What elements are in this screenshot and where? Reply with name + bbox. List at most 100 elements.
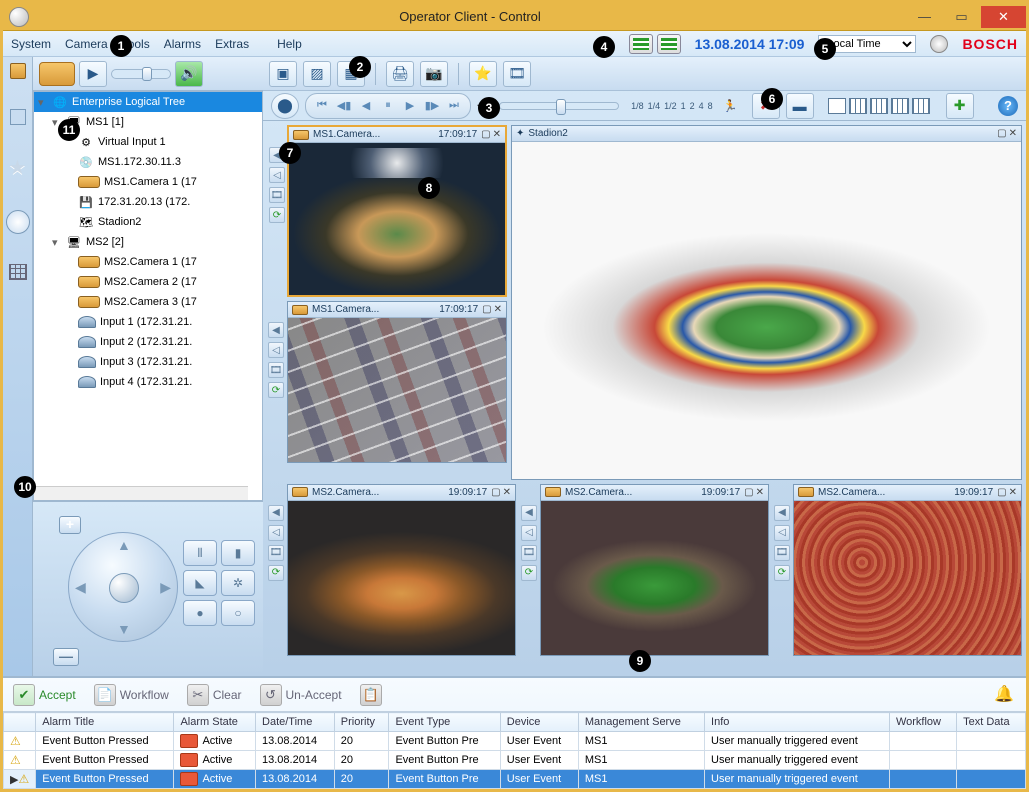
tree-ms1-1: MS1.172.30.11.3 — [98, 156, 181, 168]
tree-ms2-0: MS2.Camera 1 (17 — [104, 256, 197, 268]
ptz-preset-2[interactable]: ▮ — [221, 540, 255, 566]
pane3-max[interactable]: ▢ — [482, 304, 491, 315]
tree-ms2-1: MS2.Camera 2 (17 — [104, 276, 197, 288]
video-pane-4[interactable]: ◀◁🎞⟳ MS2.Camera...19:09:17▢✕ — [287, 484, 516, 656]
step-fwd-button[interactable]: ▮▶ — [422, 96, 442, 116]
ram-indicator-icon — [657, 34, 681, 54]
snapshot-button[interactable]: 📷 — [420, 61, 448, 87]
ptz-joystick-center[interactable] — [109, 573, 139, 603]
record-button[interactable]: ⬤ — [271, 93, 299, 119]
fast-fwd-button[interactable]: ⏭ — [444, 96, 464, 116]
help-button[interactable]: ? — [998, 96, 1018, 116]
tree-ms1-3: 172.31.20.13 (172. — [98, 196, 190, 208]
menu-system[interactable]: System — [11, 37, 51, 51]
pane3-title: MS1.Camera... — [312, 304, 379, 315]
play-back-button[interactable]: ◀ — [356, 96, 376, 116]
compass-icon[interactable] — [6, 210, 30, 234]
tool-screen-b[interactable]: ▨ — [303, 61, 331, 87]
pane3-close[interactable]: ✕ — [494, 304, 502, 315]
tool-screen-a[interactable]: ▣ — [269, 61, 297, 87]
rail-map-icon[interactable] — [10, 109, 26, 125]
callout-1: 1 — [110, 35, 132, 57]
video-pane-5[interactable]: ◀◁🎞⟳ MS2.Camera...19:09:17▢✕ — [540, 484, 769, 656]
add-pane-button[interactable]: ✚ — [946, 93, 974, 119]
fast-rewind-button[interactable]: ⏮ — [312, 96, 332, 116]
speed-slider[interactable] — [499, 102, 619, 110]
camera-mode-button[interactable] — [39, 62, 75, 86]
layout-4x4[interactable] — [891, 98, 909, 114]
alarm-bell-icon[interactable]: 🔔 — [994, 684, 1016, 706]
logical-tree[interactable]: ▾🌐Enterprise Logical Tree ▾🖥MS1 [1] ⚙Vir… — [33, 91, 263, 501]
pane5-video — [541, 501, 768, 655]
pane1-max[interactable]: ▢ — [481, 129, 490, 140]
playback-mode-button[interactable]: ▶ — [79, 61, 107, 87]
print-button[interactable]: 🖨 — [386, 61, 414, 87]
alarm-document-button[interactable]: 📋 — [360, 684, 382, 706]
clear-button[interactable]: ✂Clear — [187, 684, 242, 706]
favorites-star-icon[interactable]: ★ — [9, 155, 27, 180]
pane3-tool-b[interactable]: ◁ — [268, 342, 284, 358]
pane2-max[interactable]: ▢ — [997, 128, 1006, 139]
ptz-preset-5[interactable]: ● — [183, 600, 217, 626]
alarm-table[interactable]: Alarm Title Alarm State Date/Time Priori… — [3, 712, 1026, 789]
ptz-preset-4[interactable]: ✲ — [221, 570, 255, 596]
tree-ms1-0: Virtual Input 1 — [98, 136, 166, 148]
pane1-video — [289, 143, 505, 295]
video-pane-2[interactable]: ✦Stadion2▢✕ — [511, 125, 1022, 480]
pane1-close[interactable]: ✕ — [493, 129, 501, 140]
pane1-tool-c[interactable]: 🎞 — [269, 187, 285, 203]
single-pane-button[interactable]: ▬ — [786, 93, 814, 119]
maximize-button[interactable]: ▭ — [944, 6, 979, 28]
pane3-tool-a[interactable]: ◀ — [268, 322, 284, 338]
alarm-row: ⚠ Event Button Pressed Active 13.08.2014… — [4, 732, 1026, 751]
sequence-button[interactable]: 🎞 — [503, 61, 531, 87]
pane4-title: MS2.Camera... — [312, 487, 379, 498]
minimize-button[interactable]: — — [907, 6, 942, 28]
layout-5x5[interactable] — [912, 98, 930, 114]
tree-volume-slider[interactable] — [111, 69, 171, 79]
brand-logo: BOSCH — [962, 36, 1018, 52]
pane3-tool-rec[interactable]: ⟳ — [268, 382, 284, 398]
rail-tree-icon[interactable] — [10, 63, 26, 79]
play-button[interactable]: ▶ — [400, 96, 420, 116]
ptz-zoom-in-button[interactable]: + — [59, 516, 81, 534]
pause-button[interactable]: ⏸ — [378, 96, 398, 116]
tree-scrollbar-x[interactable] — [34, 486, 248, 500]
pane1-tool-rec[interactable]: ⟳ — [269, 207, 285, 223]
resource-indicators — [629, 34, 681, 54]
main-toolbar: ▣ ▨ ▦ 🖨 📷 ⭐ 🎞 — [263, 57, 1026, 91]
accept-button[interactable]: ✔Accept — [13, 684, 76, 706]
menu-help[interactable]: Help — [277, 37, 302, 51]
pane2-close[interactable]: ✕ — [1009, 128, 1017, 139]
layout-3x3[interactable] — [870, 98, 888, 114]
tree-ms2-6: Input 4 (172.31.21. — [100, 376, 192, 388]
rail-grid-icon[interactable] — [9, 264, 27, 280]
menu-camera[interactable]: Camera — [65, 37, 108, 51]
ptz-joystick[interactable]: ▲ ▼ ◀ ▶ — [68, 532, 178, 642]
ptz-preset-6[interactable]: ○ — [221, 600, 255, 626]
pane3-time: 17:09:17 — [439, 304, 478, 315]
close-button[interactable]: ✕ — [981, 6, 1026, 28]
video-pane-6[interactable]: ◀◁🎞⟳ MS2.Camera...19:09:17▢✕ — [793, 484, 1022, 656]
pane2-map[interactable] — [512, 142, 1021, 479]
settings-gear-icon[interactable] — [930, 35, 948, 53]
video-pane-3[interactable]: ◀◁🎞⟳ MS1.Camera...17:09:17▢✕ — [287, 301, 507, 463]
col-dt: Date/Time — [256, 713, 335, 732]
workflow-button[interactable]: 📄Workflow — [94, 684, 169, 706]
unaccept-button[interactable]: ↺Un-Accept — [260, 684, 342, 706]
step-back-button[interactable]: ◀▮ — [334, 96, 354, 116]
ptz-zoom-out-button[interactable]: — — [53, 648, 79, 666]
pane1-tool-b[interactable]: ◁ — [269, 167, 285, 183]
ptz-preset-3[interactable]: ◣ — [183, 570, 217, 596]
menu-alarms[interactable]: Alarms — [164, 37, 201, 51]
layout-2x2[interactable] — [849, 98, 867, 114]
audio-button[interactable]: 🔊 — [175, 61, 203, 87]
layout-1x1[interactable] — [828, 98, 846, 114]
pane3-tool-c[interactable]: 🎞 — [268, 362, 284, 378]
video-pane-1[interactable]: ◀◁🎞⟳ MS1.Camera...17:09:17▢✕ — [287, 125, 507, 297]
tree-ms2: MS2 [2] — [86, 236, 124, 248]
alarm-toolbar: ✔Accept 📄Workflow ✂Clear ↺Un-Accept 📋 🔔 — [3, 678, 1026, 712]
ptz-preset-1[interactable]: ⦀ — [183, 540, 217, 566]
menu-extras[interactable]: Extras — [215, 37, 249, 51]
favorite-button[interactable]: ⭐ — [469, 61, 497, 87]
